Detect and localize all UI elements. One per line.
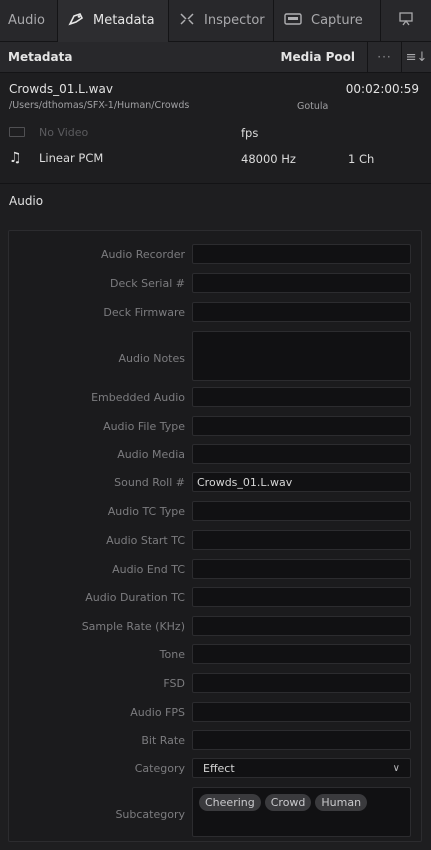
deck-serial-input[interactable] [192,273,411,293]
divider [0,183,431,184]
category-value: Effect [203,761,235,775]
fps-value: fps [241,126,259,140]
field-label: Tone [159,648,185,661]
audio-info-row: ♫ Linear PCM [9,150,103,166]
field-label: Subcategory [115,808,185,821]
field-label: Audio FPS [130,706,185,719]
audio-codec: Linear PCM [39,151,104,165]
sort-icon[interactable]: ≡↓ [401,41,431,73]
tag-chip[interactable]: Crowd [264,794,312,811]
sample-rate-input[interactable] [192,616,411,636]
metadata-icon [68,12,84,30]
audio-duration-tc-input[interactable] [192,587,411,607]
tab-audio[interactable]: Audio [0,0,58,42]
audio-media-input[interactable] [192,444,411,464]
field-label: Audio Start TC [106,534,185,547]
clip-duration: 00:02:00:59 [345,82,419,96]
embedded-audio-input[interactable] [192,387,411,407]
tab-capture[interactable]: Capture [274,0,381,42]
more-options-icon[interactable]: ··· [367,41,401,73]
tag-chip[interactable]: Human [315,794,368,811]
capture-icon [284,12,302,29]
audio-tc-type-input[interactable] [192,501,411,521]
field-label: Bit Rate [141,734,185,747]
inspector-icon [179,12,195,30]
media-pool-label[interactable]: Media Pool [281,50,367,64]
audio-recorder-input[interactable] [192,244,411,264]
fsd-input[interactable] [192,673,411,693]
tab-inspector[interactable]: Inspector [169,0,274,42]
music-note-icon: ♫ [9,150,22,166]
field-label: Audio TC Type [107,505,185,518]
field-label: Audio Notes [118,352,185,365]
sample-rate-value: 48000 Hz [241,152,296,166]
panel-title: Metadata [8,50,73,64]
section-title-audio: Audio [9,194,44,208]
field-label: Audio Media [117,448,185,461]
sound-roll-input[interactable]: Crowds_01.L.wav [192,472,411,492]
deck-firmware-input[interactable] [192,302,411,322]
audio-end-tc-input[interactable] [192,559,411,579]
metadata-header: Metadata Media Pool ··· ≡↓ [0,41,431,73]
clip-path: /Users/dthomas/SFX-1/Human/Crowds [9,100,190,111]
tab-metadata-label: Metadata [93,13,155,28]
monitor-icon [398,11,414,31]
field-label: Sample Rate (KHz) [81,620,185,633]
field-label: Category [134,762,185,775]
field-label: Audio File Type [103,420,185,433]
audio-file-type-input[interactable] [192,416,411,436]
tone-input[interactable] [192,644,411,664]
tab-metadata[interactable]: Metadata [58,0,169,42]
tab-capture-label: Capture [311,13,363,28]
category-select[interactable]: Effect ∨ [192,758,411,778]
field-label: Audio Recorder [100,248,185,261]
field-label: Audio Duration TC [85,591,185,604]
audio-start-tc-input[interactable] [192,530,411,550]
field-label: Deck Firmware [103,306,185,319]
field-label: Deck Serial # [110,277,185,290]
audio-fps-input[interactable] [192,702,411,722]
video-info-row: No Video [9,124,88,140]
panel-tab-bar: Audio Metadata Inspector Capture [0,0,431,42]
field-label: Embedded Audio [91,391,185,404]
tab-overflow[interactable] [381,0,431,42]
video-icon [9,127,25,137]
audio-notes-textarea[interactable] [192,331,411,381]
bit-rate-input[interactable] [192,730,411,750]
clip-source: Gotula [297,101,329,112]
tab-inspector-label: Inspector [204,13,265,28]
channel-count: 1 Ch [348,152,375,166]
clip-name: Crowds_01.L.wav [9,82,113,96]
video-status: No Video [39,125,89,139]
chevron-down-icon: ∨ [392,762,400,774]
field-label: FSD [163,677,185,690]
audio-metadata-form: Audio Recorder Deck Serial # Deck Firmwa… [8,230,422,842]
tab-audio-label: Audio [8,13,45,28]
clip-info: Crowds_01.L.wav 00:02:00:59 /Users/dthom… [0,73,431,183]
field-label: Sound Roll # [114,476,185,489]
tag-chip[interactable]: Cheering [199,794,261,811]
subcategory-tags-input[interactable]: Cheering Crowd Human [192,787,411,837]
field-label: Audio End TC [112,563,185,576]
